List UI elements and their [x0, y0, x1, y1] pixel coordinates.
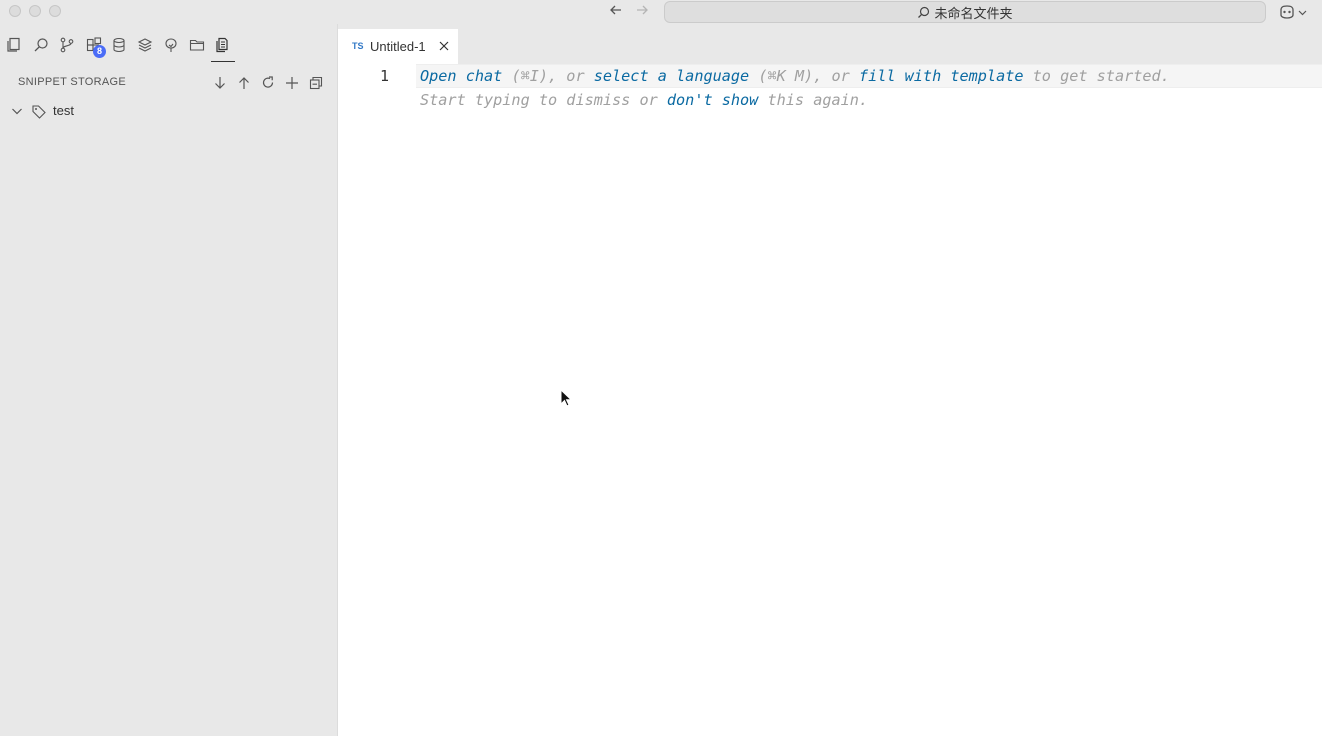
copilot-menu-button[interactable] — [1278, 3, 1310, 21]
empty-editor-hint-line1: Open chat (⌘I), or select a language (⌘K… — [420, 67, 1170, 85]
vscode-window: 未命名文件夹 8 SNIPPET STORAGE test TS Untitle… — [0, 0, 1322, 736]
line-number: 1 — [380, 67, 390, 85]
snippet-storage-header[interactable]: SNIPPET STORAGE — [0, 70, 338, 94]
dont-show-link[interactable]: don't show — [667, 91, 758, 109]
add-snippet-button[interactable] — [283, 74, 301, 92]
open-chat-link[interactable]: Open chat — [420, 67, 502, 85]
search-icon — [918, 6, 930, 18]
command-center-search[interactable]: 未命名文件夹 — [664, 1, 1266, 23]
refresh-icon — [262, 76, 274, 88]
arrow-left-icon — [610, 5, 621, 15]
extensions-badge: 8 — [93, 45, 106, 58]
folder-button[interactable] — [188, 36, 206, 54]
folder-icon — [189, 39, 205, 51]
back-button[interactable] — [606, 3, 626, 21]
arrow-up-icon — [239, 77, 249, 89]
plus-icon — [286, 77, 298, 89]
chevron-down-icon — [1298, 10, 1307, 15]
tree-icon — [165, 38, 177, 52]
hint-text: (⌘K M), or — [749, 67, 859, 85]
tree-item-test[interactable]: test — [0, 100, 338, 122]
command-center-label: 未命名文件夹 — [934, 5, 1013, 21]
search-icon — [34, 38, 48, 52]
hint-text: Start typing to dismiss or — [420, 91, 667, 109]
search-view-button[interactable] — [32, 36, 50, 54]
section-title: SNIPPET STORAGE — [18, 76, 127, 88]
source-control-button[interactable] — [58, 36, 76, 54]
copilot-icon — [1280, 5, 1294, 19]
snippets-icon — [216, 37, 228, 53]
refresh-button[interactable] — [259, 74, 277, 92]
tree-item-label: test — [53, 103, 74, 118]
hint-text: to get started. — [1023, 67, 1170, 85]
close-tab-button[interactable] — [438, 39, 450, 53]
tab-untitled-1[interactable]: TS Untitled-1 — [338, 29, 458, 64]
tab-title: Untitled-1 — [370, 39, 426, 54]
arrow-down-icon — [215, 77, 225, 89]
arrow-right-icon — [637, 5, 648, 15]
editor-tabs: TS Untitled-1 — [338, 24, 1322, 64]
activity-bar: 8 — [0, 24, 338, 64]
collapse-all-button[interactable] — [307, 74, 325, 92]
editor-area: TS Untitled-1 1 Open chat (⌘I), or selec… — [338, 24, 1322, 736]
layers-icon — [137, 38, 153, 52]
active-tab-indicator — [211, 61, 235, 62]
collapse-all-icon — [309, 76, 323, 90]
typescript-icon: TS — [352, 41, 364, 51]
hint-text: (⌘I), or — [502, 67, 594, 85]
database-button[interactable] — [110, 36, 128, 54]
chevron-down-icon — [12, 108, 22, 115]
fill-template-link[interactable]: fill with template — [859, 67, 1024, 85]
tag-icon — [32, 105, 46, 119]
snippets-button[interactable] — [214, 36, 232, 54]
database-icon — [113, 37, 125, 53]
hint-text: this again. — [758, 91, 869, 109]
close-window-button[interactable] — [9, 5, 21, 17]
tree-view-button[interactable] — [162, 36, 180, 54]
export-button[interactable] — [235, 74, 253, 92]
minimize-window-button[interactable] — [29, 5, 41, 17]
empty-editor-hint-line2: Start typing to dismiss or don't show th… — [420, 91, 868, 109]
title-bar: 未命名文件夹 — [0, 0, 1322, 24]
import-button[interactable] — [211, 74, 229, 92]
source-control-icon — [60, 37, 74, 53]
close-icon — [439, 41, 449, 51]
explorer-button[interactable] — [5, 36, 23, 54]
zoom-window-button[interactable] — [49, 5, 61, 17]
select-language-link[interactable]: select a language — [594, 67, 749, 85]
layers-button[interactable] — [136, 36, 154, 54]
mouse-pointer-icon — [560, 389, 572, 407]
forward-button[interactable] — [632, 3, 652, 21]
sidebar: 8 SNIPPET STORAGE test — [0, 24, 338, 736]
explorer-icon — [7, 37, 20, 52]
